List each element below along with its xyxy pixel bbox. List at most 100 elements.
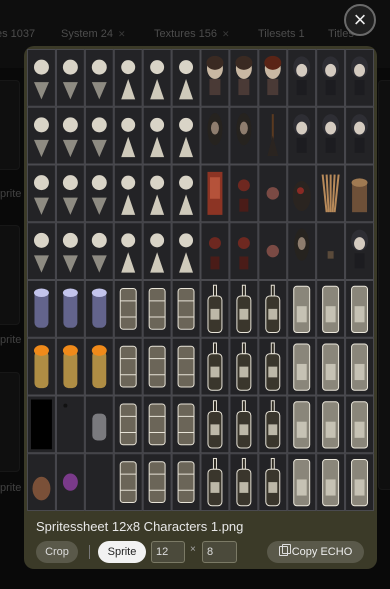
sprite-cell-girl (200, 49, 230, 107)
sprite-cell-pawn-down (84, 106, 114, 165)
sprite-cell-pawn-down (55, 164, 85, 223)
sprite-cell-pawn-up (113, 222, 143, 280)
sprite-cell-jar (345, 395, 374, 454)
sprite-cell-pawn-down (84, 164, 114, 223)
sprite-cell-red-chair (200, 164, 230, 223)
sprite-cell-pawn-up (171, 222, 201, 280)
sprite-cell-pawn-down (84, 222, 114, 280)
sprite-cell-dark (55, 395, 85, 454)
times-icon: × (190, 544, 196, 555)
sprite-cell-pawn-up (171, 164, 201, 223)
close-button[interactable]: × (344, 4, 376, 36)
sprite-cell-pawn-up (142, 49, 172, 107)
copy-icon (278, 544, 291, 556)
sprite-cell-jar (287, 337, 317, 396)
sprite-cell-pawn-up (113, 106, 143, 165)
sprite-cell-jar (316, 337, 346, 396)
sprite-cell-boy (316, 106, 346, 165)
sprite-cell-bottle (200, 280, 230, 338)
sprite-cell-barrel (142, 395, 172, 454)
sprite-cell-pawn-up (113, 49, 143, 107)
sprite-cell-black (27, 395, 56, 454)
divider (89, 545, 90, 559)
sprite-button[interactable]: Sprite (98, 541, 146, 563)
sprite-cell-stone (84, 395, 114, 454)
sprite-cell-girl-hat (258, 49, 288, 107)
sprite-preview-modal: Spritessheet 12x8 Characters 1.png Crop … (24, 46, 377, 569)
sprite-cell-pawn-up (171, 106, 201, 165)
sprite-cell-jar (316, 395, 346, 454)
sprite-cell-jar (316, 280, 346, 338)
sprite-cell-red-vase (200, 222, 230, 280)
rows-input[interactable]: 8 (202, 541, 237, 563)
columns-input[interactable]: 12 (151, 541, 185, 563)
sprite-cell-boy (345, 49, 374, 107)
copy-echo-button[interactable]: Copy ECHO (267, 541, 364, 563)
sprite-cell-jar (345, 337, 374, 396)
sprite-cell-boy (316, 49, 346, 107)
sprite-cell-blue-glow (55, 280, 85, 338)
sprite-cell-empty (84, 453, 114, 511)
sprite-cell-bottle (200, 395, 230, 454)
sprite-cell-dark-girl (200, 106, 230, 165)
spritesheet-image (27, 49, 374, 511)
sprite-cell-bottle (229, 280, 259, 338)
sprite-cell-boy (345, 106, 374, 165)
sprite-cell-pawn-down (27, 49, 56, 107)
copy-label: Copy ECHO (291, 546, 353, 558)
file-name: Spritessheet 12x8 Characters 1.png (36, 519, 244, 534)
sprite-cell-bottle (200, 453, 230, 511)
sprite-cell-barrel (142, 280, 172, 338)
sprite-cell-jar (287, 280, 317, 338)
sprite-cell-barrel (142, 453, 172, 511)
sprite-cell-barrel (142, 337, 172, 396)
sprite-cell-pawn-down (27, 106, 56, 165)
sprite-cell-broom (258, 106, 288, 165)
sprite-cell-bottle (258, 453, 288, 511)
sprite-cell-fire-glow (84, 337, 114, 396)
sprite-cell-red-blob (258, 164, 288, 223)
sprite-cell-bottle (229, 453, 259, 511)
sprite-cell-bottle (258, 280, 288, 338)
sprite-cell-barrel (171, 395, 201, 454)
sprite-cell-bottle (229, 337, 259, 396)
sprite-cell-girl (229, 49, 259, 107)
sprite-cell-fire-glow (27, 337, 56, 396)
sprite-cell-jar (345, 280, 374, 338)
sprite-cell-barrel (113, 280, 143, 338)
sprite-cell-boy (345, 222, 374, 280)
sprite-cell-barrel (171, 337, 201, 396)
sprite-cell-pawn-down (55, 106, 85, 165)
sprite-cell-jar (287, 395, 317, 454)
sprite-cell-pawn-down (84, 49, 114, 107)
sprite-cell-red-vase (229, 164, 259, 223)
sprite-cell-blue-glow (84, 280, 114, 338)
sprite-cell-boy (287, 106, 317, 165)
sprite-cell-dark-girl (287, 222, 317, 280)
sprite-cell-pawn-down (27, 222, 56, 280)
sprite-cell-cauldron (287, 164, 317, 223)
sprite-cell-pawn-up (113, 164, 143, 223)
sprite-cell-boy (287, 49, 317, 107)
sprite-cell-red-bits (229, 222, 259, 280)
preview-controls: Crop Sprite 12 × 8 Copy ECHO (36, 541, 368, 563)
sprite-cell-bottle (200, 337, 230, 396)
sprite-cell-pawn-up (142, 164, 172, 223)
sprite-cell-barrel (171, 453, 201, 511)
sprite-cell-purple-bits (55, 453, 85, 511)
sprite-cell-barrel (113, 453, 143, 511)
sprite-cell-barrel (113, 337, 143, 396)
sprite-cell-dark-girl (229, 106, 259, 165)
sprite-cell-pawn-down (55, 49, 85, 107)
sprite-cell-red-blob (258, 222, 288, 280)
sprite-cell-jar (345, 453, 374, 511)
sprite-cell-bottle (258, 337, 288, 396)
sprite-cell-sticks (316, 164, 346, 223)
sprite-cell-fire-glow (55, 337, 85, 396)
sprite-cell-barrel (113, 395, 143, 454)
sprite-cell-small-box (316, 222, 346, 280)
sprite-cell-pawn-up (142, 106, 172, 165)
sprite-cell-pawn-up (142, 222, 172, 280)
sprite-cell-bottle (258, 395, 288, 454)
crop-button[interactable]: Crop (36, 541, 78, 563)
